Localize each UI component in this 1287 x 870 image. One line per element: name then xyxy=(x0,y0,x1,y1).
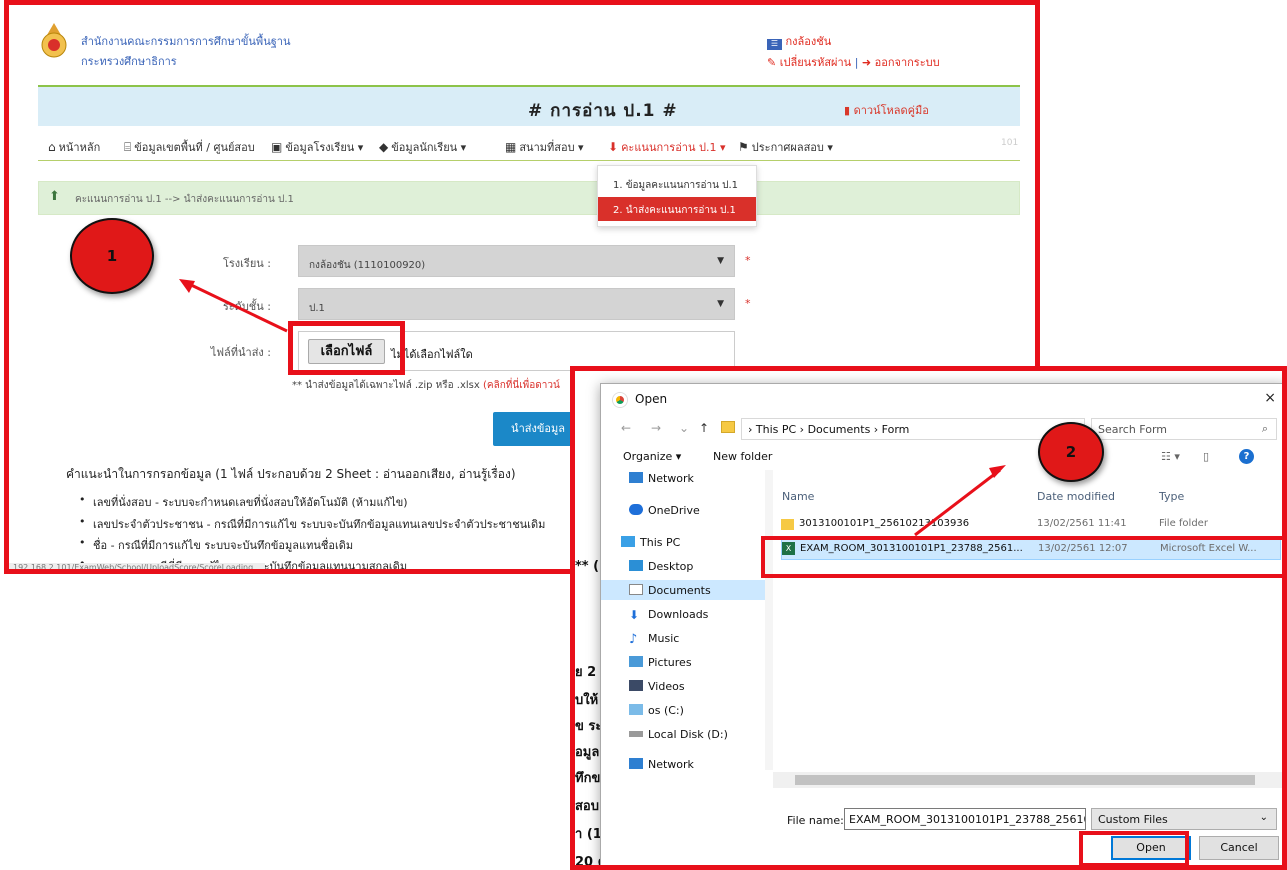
file-name: 3013100101P1_25610213103936 xyxy=(799,518,970,529)
horizontal-scrollbar[interactable] xyxy=(773,772,1282,788)
file-name-label: File name: xyxy=(787,814,844,827)
highlight-box-excel-file xyxy=(761,536,1282,578)
sidebar-item-onedrive[interactable]: OneDrive xyxy=(629,504,700,517)
sidebar-item-network[interactable]: Network xyxy=(629,472,694,485)
preview-pane-icon[interactable]: ▯ xyxy=(1203,450,1209,463)
back-arrow-icon[interactable]: ← xyxy=(621,421,631,435)
download-arrow-icon: ⬇ xyxy=(629,608,640,622)
search-input[interactable]: Search Form ⌕ xyxy=(1091,418,1277,440)
pictures-icon xyxy=(629,656,643,667)
new-folder-button[interactable]: New folder xyxy=(713,450,772,463)
sidebar-label: Desktop xyxy=(648,560,694,573)
recent-chevron-icon[interactable]: ⌄ xyxy=(679,421,689,435)
music-note-icon: ♪ xyxy=(629,632,638,647)
sidebar-label: os (C:) xyxy=(648,704,684,717)
sidebar-item-desktop[interactable]: Desktop xyxy=(629,560,693,573)
address-bar[interactable]: › This PC › Documents › Form xyxy=(741,418,1085,440)
file-row-folder[interactable]: 3013100101P1_25610213103936 13/02/2561 1… xyxy=(781,514,1281,536)
file-name-input[interactable]: EXAM_ROOM_3013100101P1_23788_25610213 xyxy=(844,808,1086,830)
file-type: File folder xyxy=(1159,518,1208,529)
bg-text: ย 2 xyxy=(575,665,597,680)
file-date: 13/02/2561 11:41 xyxy=(1037,518,1127,529)
sidebar-item-this-pc[interactable]: This PC xyxy=(621,536,680,549)
bg-text: บให้ xyxy=(575,693,599,708)
chrome-icon xyxy=(613,393,627,407)
sidebar-item-downloads[interactable]: ⬇ Downloads xyxy=(629,608,708,622)
dialog-toolbar: Organize ▾ New folder ☷ ▾ ▯ ? xyxy=(601,444,1282,470)
sidebar-item-music[interactable]: ♪ Music xyxy=(629,632,680,647)
up-arrow-icon[interactable]: ↑ xyxy=(699,421,709,435)
cloud-icon xyxy=(629,504,643,515)
sidebar-item-pictures[interactable]: Pictures xyxy=(629,656,692,669)
sidebar-item-local-disk-d[interactable]: Local Disk (D:) xyxy=(629,728,728,741)
file-list-header: Name Date modified Type xyxy=(776,484,1282,506)
network-icon xyxy=(629,472,643,483)
navigation-pane: Network OneDrive This PC Desktop Documen… xyxy=(601,470,773,776)
help-icon[interactable]: ? xyxy=(1239,449,1254,464)
sidebar-item-videos[interactable]: Videos xyxy=(629,680,685,693)
bg-text: ทึกข xyxy=(575,771,601,786)
drive-icon xyxy=(629,731,643,737)
sidebar-scrollbar[interactable] xyxy=(765,470,773,770)
desktop-icon xyxy=(629,560,643,571)
forward-arrow-icon[interactable]: → xyxy=(651,421,661,435)
close-icon[interactable]: × xyxy=(1264,390,1276,406)
bg-text: ** ( xyxy=(575,559,600,574)
sidebar-item-network-2[interactable]: Network xyxy=(629,758,694,770)
sidebar-label: Local Disk (D:) xyxy=(648,728,728,741)
cancel-button[interactable]: Cancel xyxy=(1199,836,1279,860)
drive-icon xyxy=(629,704,643,715)
chevron-down-icon: ⌄ xyxy=(1259,812,1268,823)
bg-text: ข ระ xyxy=(575,719,603,734)
file-type-select[interactable]: Custom Files ⌄ xyxy=(1091,808,1277,830)
search-icon: ⌕ xyxy=(1261,422,1268,435)
sidebar-label: Pictures xyxy=(648,656,692,669)
file-type-value: Custom Files xyxy=(1098,813,1168,826)
open-dialog: Open × ← → ⌄ ↑ › This PC › Documents › F… xyxy=(600,383,1282,865)
highlight-box-open-button xyxy=(1079,831,1189,865)
computer-icon xyxy=(621,536,635,547)
callout-step-2: 2 xyxy=(1038,422,1104,482)
sidebar-label: Documents xyxy=(648,584,711,597)
scrollbar-thumb[interactable] xyxy=(795,775,1255,785)
column-type[interactable]: Type xyxy=(1159,490,1184,503)
videos-icon xyxy=(629,680,643,691)
sidebar-label: Network xyxy=(648,472,694,485)
sidebar-label: Videos xyxy=(648,680,685,693)
search-placeholder: Search Form xyxy=(1098,423,1167,436)
column-name[interactable]: Name xyxy=(782,490,814,503)
open-file-dialog-screenshot: ** ( ย 2 บให้ ข ระ อมูลแ ทึกข สอบ" า (1(… xyxy=(570,366,1287,870)
view-options-icon[interactable]: ☷ ▾ xyxy=(1161,450,1180,463)
folder-icon xyxy=(781,519,794,530)
sidebar-label: OneDrive xyxy=(648,504,700,517)
documents-icon xyxy=(629,584,643,595)
sidebar-item-documents[interactable]: Documents xyxy=(601,580,766,600)
organize-button[interactable]: Organize ▾ xyxy=(623,450,681,463)
folder-icon xyxy=(721,421,735,433)
sidebar-label: Music xyxy=(648,632,680,645)
sidebar-label: Network xyxy=(648,758,694,770)
network-icon xyxy=(629,758,643,769)
sidebar-label: Downloads xyxy=(648,608,709,621)
column-date-modified[interactable]: Date modified xyxy=(1037,490,1115,503)
sidebar-item-os-c[interactable]: os (C:) xyxy=(629,704,684,717)
dialog-title: Open xyxy=(635,392,668,406)
sidebar-label: This PC xyxy=(640,536,681,549)
